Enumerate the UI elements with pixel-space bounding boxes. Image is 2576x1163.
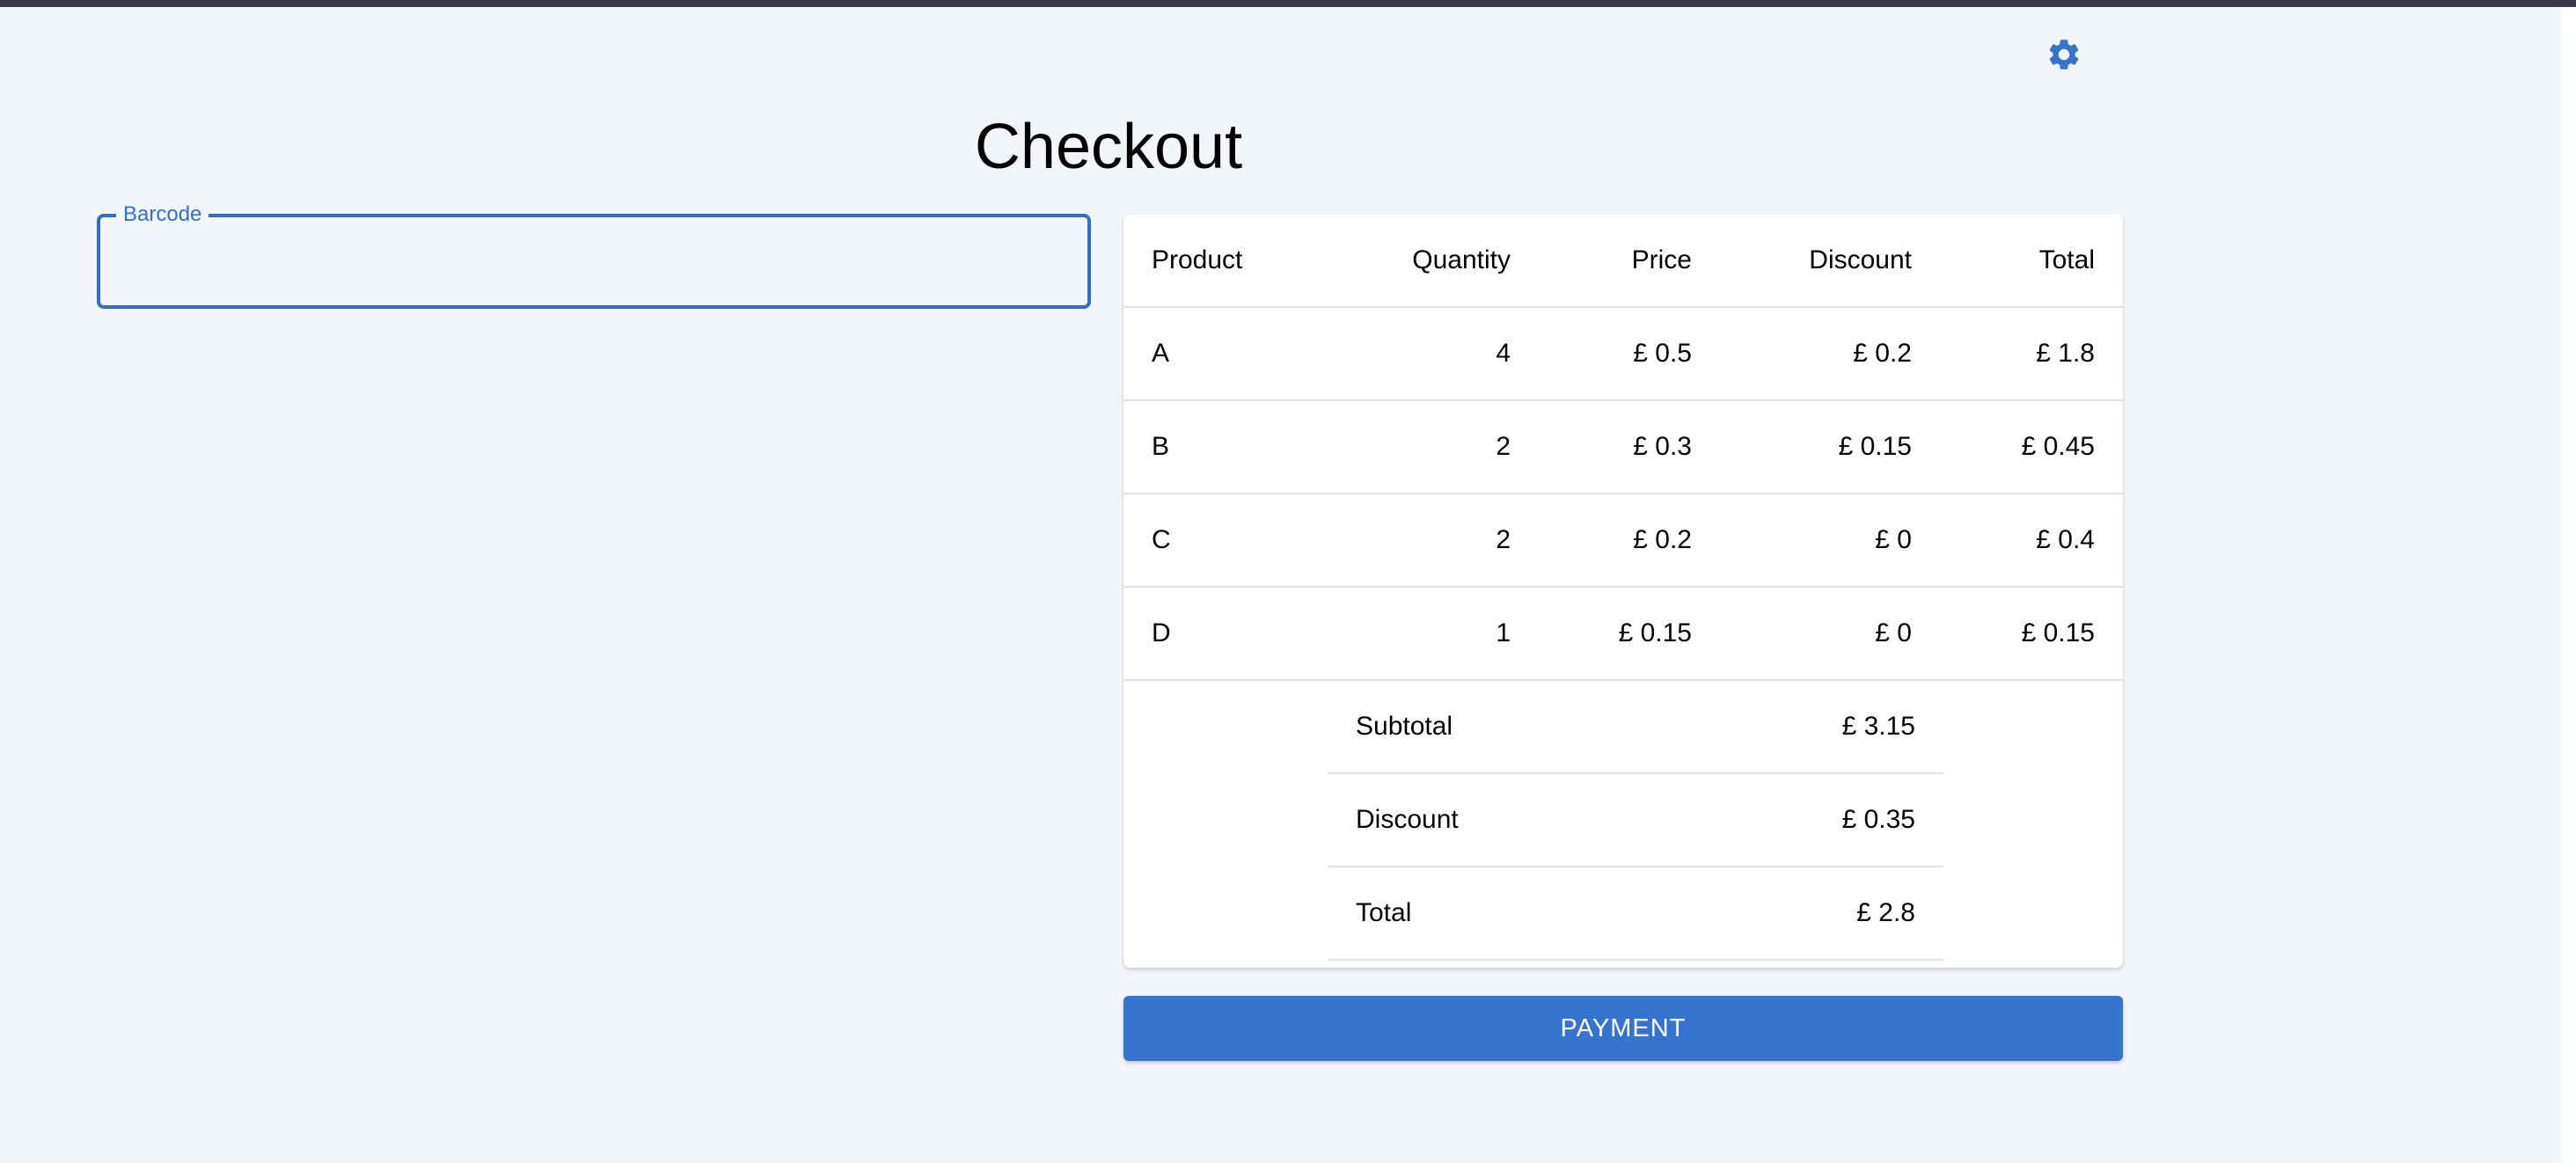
cell-quantity: 4 xyxy=(1496,339,1511,368)
cell-total: £ 0.15 xyxy=(2021,618,2095,647)
table-row: D 1 £ 0.15 £ 0 £ 0.15 xyxy=(1123,588,2123,681)
table-row: B 2 £ 0.3 £ 0.15 £ 0.45 xyxy=(1123,401,2123,494)
window-top-bar xyxy=(0,0,2576,7)
header-discount: Discount xyxy=(1809,245,1912,274)
subtotal-value: £ 3.15 xyxy=(1841,712,1915,741)
cell-quantity: 1 xyxy=(1496,618,1511,647)
cell-product: A xyxy=(1152,339,1170,368)
barcode-field[interactable]: Barcode xyxy=(97,201,1091,309)
payment-button[interactable]: PAYMENT xyxy=(1123,996,2123,1061)
barcode-input[interactable] xyxy=(121,235,1066,289)
total-value: £ 2.8 xyxy=(1856,898,1915,927)
cell-product: D xyxy=(1152,618,1171,647)
subtotal-row: Subtotal £ 3.15 xyxy=(1328,681,1943,774)
header-total: Total xyxy=(2038,245,2095,274)
cell-total: £ 0.45 xyxy=(2021,432,2095,461)
discount-summary-value: £ 0.35 xyxy=(1841,805,1915,834)
discount-summary-row: Discount £ 0.35 xyxy=(1328,774,1943,867)
cell-price: £ 0.3 xyxy=(1633,432,1692,461)
cell-discount: £ 0 xyxy=(1875,618,1912,647)
table-row: C 2 £ 0.2 £ 0 £ 0.4 xyxy=(1123,494,2123,588)
scrollbar-track xyxy=(2561,7,2576,1163)
cell-total: £ 0.4 xyxy=(2036,525,2095,554)
header-product: Product xyxy=(1152,245,1243,274)
header-price: Price xyxy=(1631,245,1692,274)
cell-total: £ 1.8 xyxy=(2036,339,2095,368)
cell-product: B xyxy=(1152,432,1170,461)
barcode-label: Barcode xyxy=(116,201,209,228)
page-title: Checkout xyxy=(974,112,1243,182)
total-label: Total xyxy=(1356,898,1412,927)
cell-discount: £ 0 xyxy=(1875,525,1912,554)
table-header-row: Product Quantity Price Discount Total xyxy=(1123,215,2123,308)
discount-summary-label: Discount xyxy=(1356,805,1459,834)
cell-price: £ 0.5 xyxy=(1633,339,1692,368)
table-row: A 4 £ 0.5 £ 0.2 £ 1.8 xyxy=(1123,308,2123,401)
header-quantity: Quantity xyxy=(1412,245,1511,274)
subtotal-label: Subtotal xyxy=(1356,712,1453,741)
checkout-table: Product Quantity Price Discount Total A … xyxy=(1123,215,2123,968)
cell-quantity: 2 xyxy=(1496,432,1511,461)
gear-icon xyxy=(2049,40,2079,69)
total-row: Total £ 2.8 xyxy=(1328,867,1943,961)
cell-price: £ 0.15 xyxy=(1618,618,1692,647)
cell-quantity: 2 xyxy=(1496,525,1511,554)
cell-product: C xyxy=(1152,525,1171,554)
cell-price: £ 0.2 xyxy=(1633,525,1692,554)
cell-discount: £ 0.15 xyxy=(1838,432,1912,461)
cell-discount: £ 0.2 xyxy=(1853,339,1912,368)
settings-button[interactable] xyxy=(2043,33,2085,76)
